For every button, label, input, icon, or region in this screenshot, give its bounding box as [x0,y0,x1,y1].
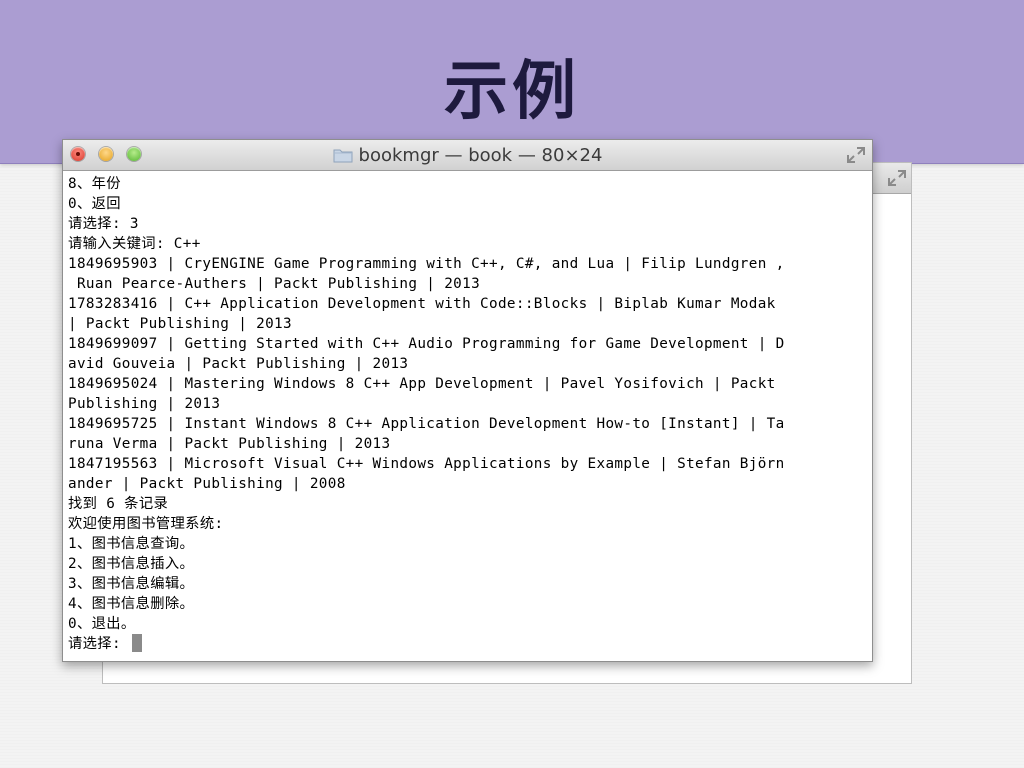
prompt-text: 请选择: [68,636,130,652]
fullscreen-icon[interactable] [887,169,907,187]
terminal-line: 3、图书信息编辑。 [68,576,195,592]
window-titlebar[interactable]: bookmgr — book — 80×24 [63,140,872,171]
terminal-line: 1849695903 | CryENGINE Game Programming … [68,256,785,272]
terminal-line: 1783283416 | C++ Application Development… [68,296,776,312]
terminal-line: 0、返回 [68,196,121,212]
terminal-line: 4、图书信息删除。 [68,596,195,612]
text-cursor [131,634,142,652]
terminal-output[interactable]: 8、年份 0、返回 请选择: 3 请输入关键词: C++ 1849695903 … [68,174,868,654]
terminal-line: 请选择: 3 [68,216,139,232]
window-title: bookmgr — book — 80×24 [358,144,603,166]
terminal-line: 1847195563 | Microsoft Visual C++ Window… [68,456,785,472]
terminal-line: Publishing | 2013 [68,396,221,412]
terminal-line: 欢迎使用图书管理系统: [68,516,224,532]
terminal-line: 1、图书信息查询。 [68,536,195,552]
terminal-line: 1849695024 | Mastering Windows 8 C++ App… [68,376,776,392]
terminal-line: ander | Packt Publishing | 2008 [68,476,346,492]
terminal-prompt-line[interactable]: 请选择: [68,634,868,654]
terminal-line: 0、退出。 [68,616,136,632]
window-title-group: bookmgr — book — 80×24 [63,140,872,170]
fullscreen-icon[interactable] [846,146,866,164]
terminal-line: runa Verma | Packt Publishing | 2013 [68,436,391,452]
terminal-line: avid Gouveia | Packt Publishing | 2013 [68,356,409,372]
terminal-line: 找到 6 条记录 [68,496,169,512]
terminal-line: 1849699097 | Getting Started with C++ Au… [68,336,785,352]
terminal-line: 8、年份 [68,176,121,192]
terminal-line: | Packt Publishing | 2013 [68,316,292,332]
terminal-line: 1849695725 | Instant Windows 8 C++ Appli… [68,416,785,432]
terminal-line: 请输入关键词: C++ [68,236,201,252]
terminal-line: Ruan Pearce-Authers | Packt Publishing |… [68,276,481,292]
folder-icon [333,149,353,163]
slide-title: 示例 [444,55,580,129]
terminal-line: 2、图书信息插入。 [68,556,195,572]
terminal-window[interactable]: bookmgr — book — 80×24 8、年份 0、返回 请选择: 3 … [62,139,873,662]
